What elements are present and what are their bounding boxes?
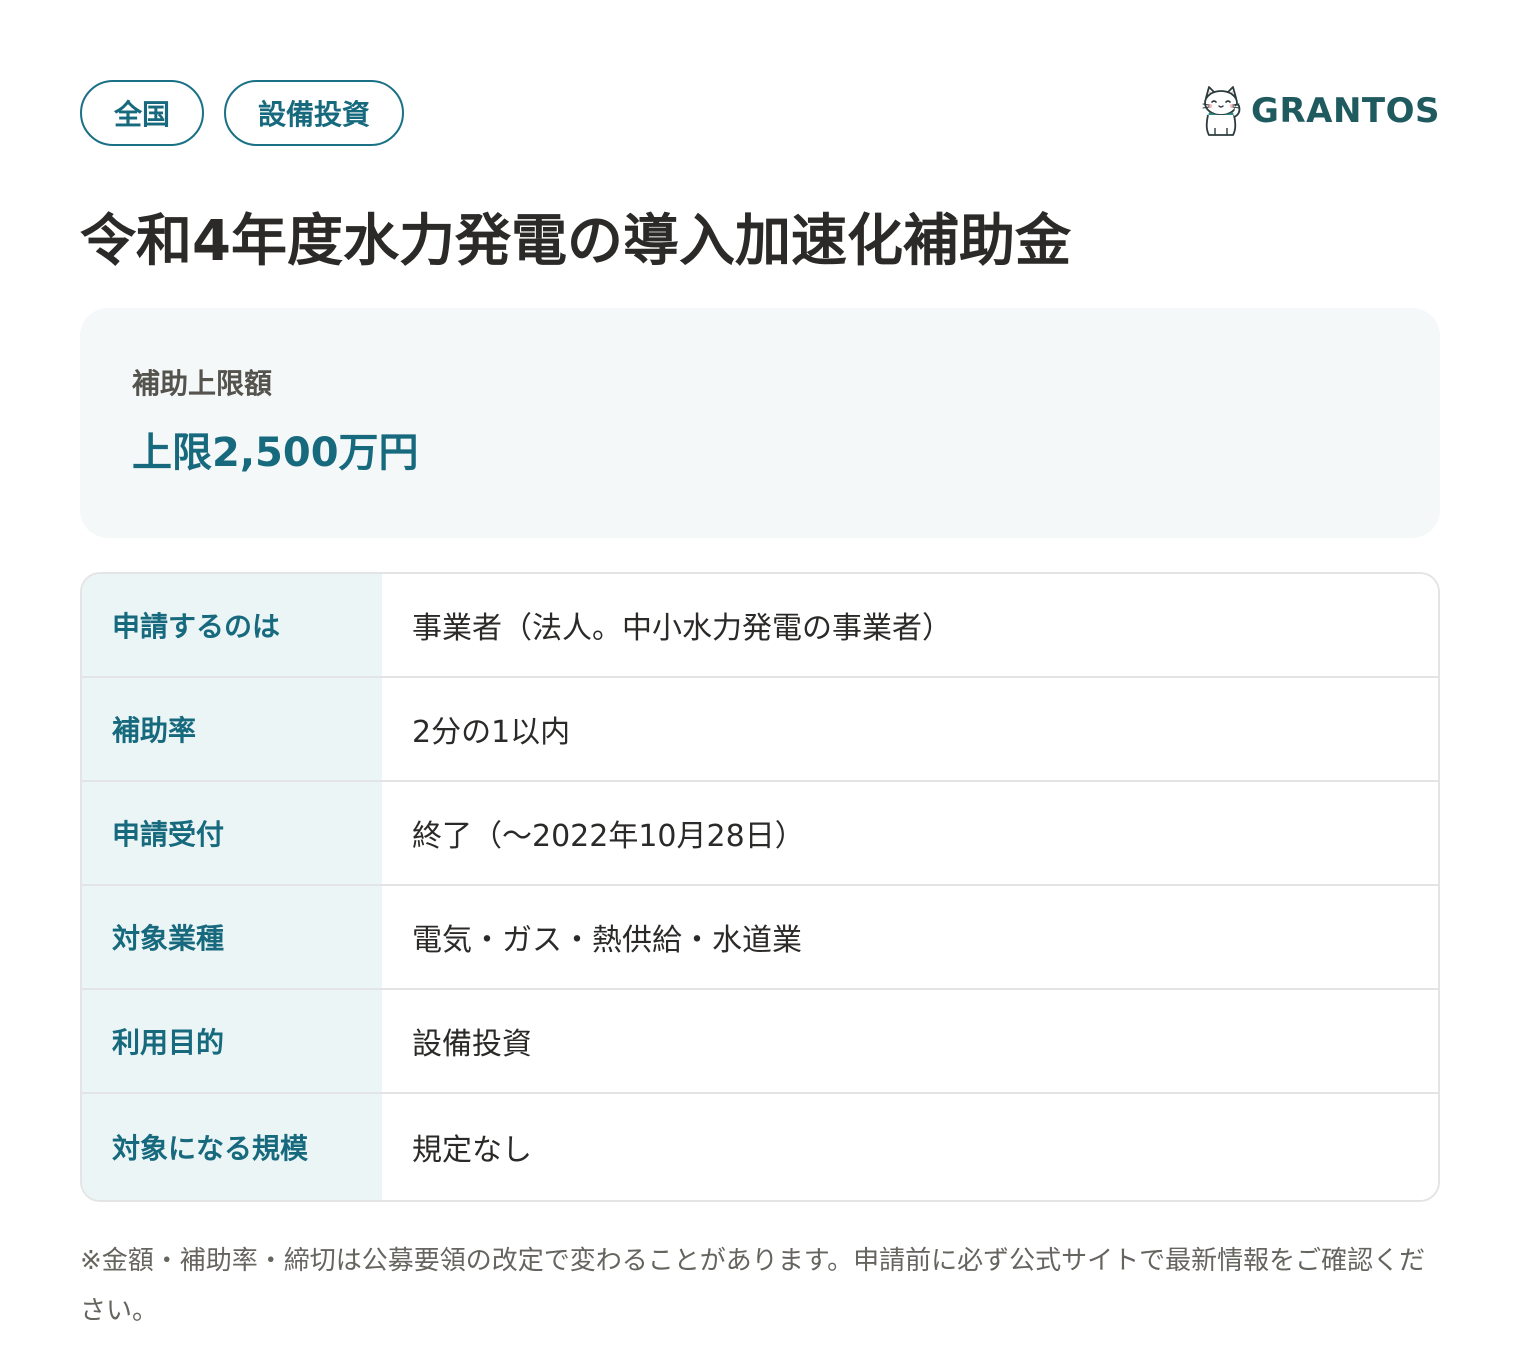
maneki-neko-cat-icon bbox=[1202, 86, 1241, 136]
row-label: 対象になる規模 bbox=[82, 1094, 382, 1200]
max-amount-value: 上限2,500万円 bbox=[132, 430, 419, 476]
table-row-application-period: 申請受付 終了（〜2022年10月28日） bbox=[82, 782, 1438, 886]
table-row-industry: 対象業種 電気・ガス・熱供給・水道業 bbox=[82, 886, 1438, 990]
grantos-logo: GRANTOS bbox=[1199, 84, 1440, 138]
row-value: 規定なし bbox=[382, 1094, 1438, 1200]
details-table: 申請するのは 事業者（法人。中小水力発電の事業者） 補助率 2分の1以内 申請受… bbox=[80, 572, 1440, 1202]
row-label: 申請受付 bbox=[82, 782, 382, 884]
row-value: 設備投資 bbox=[382, 990, 1438, 1092]
table-row-applicant: 申請するのは 事業者（法人。中小水力発電の事業者） bbox=[82, 574, 1438, 678]
row-value: 事業者（法人。中小水力発電の事業者） bbox=[382, 574, 1438, 676]
max-amount-card: 補助上限額 上限2,500万円 bbox=[80, 308, 1440, 538]
max-amount-label: 補助上限額 bbox=[132, 367, 273, 400]
table-row-subsidy-rate: 補助率 2分の1以内 bbox=[82, 678, 1438, 782]
row-value: 電気・ガス・熱供給・水道業 bbox=[382, 886, 1438, 988]
row-value: 2分の1以内 bbox=[382, 678, 1438, 780]
disclaimer-note: ※金額・補助率・締切は公募要領の改定で変わることがあります。申請前に必ず公式サイ… bbox=[80, 1246, 1426, 1326]
row-label: 補助率 bbox=[82, 678, 382, 780]
page-title: 令和4年度水力発電の導入加速化補助金 bbox=[80, 209, 1071, 274]
row-label: 対象業種 bbox=[82, 886, 382, 988]
header: 全国 設備投資 GRANTOS bbox=[80, 80, 1440, 150]
logo-text: GRANTOS bbox=[1251, 91, 1440, 131]
row-label: 申請するのは bbox=[82, 574, 382, 676]
tag-purpose[interactable]: 設備投資 bbox=[224, 80, 405, 146]
table-row-purpose: 利用目的 設備投資 bbox=[82, 990, 1438, 1094]
tag-region[interactable]: 全国 bbox=[80, 80, 205, 146]
table-row-scale: 対象になる規模 規定なし bbox=[82, 1094, 1438, 1200]
subsidy-summary-card: 全国 設備投資 GRANTOS 令和4年度水力発電の導入加速化補助金 補助上限額… bbox=[80, 80, 1440, 1362]
row-label: 利用目的 bbox=[82, 990, 382, 1092]
row-value: 終了（〜2022年10月28日） bbox=[382, 782, 1438, 884]
